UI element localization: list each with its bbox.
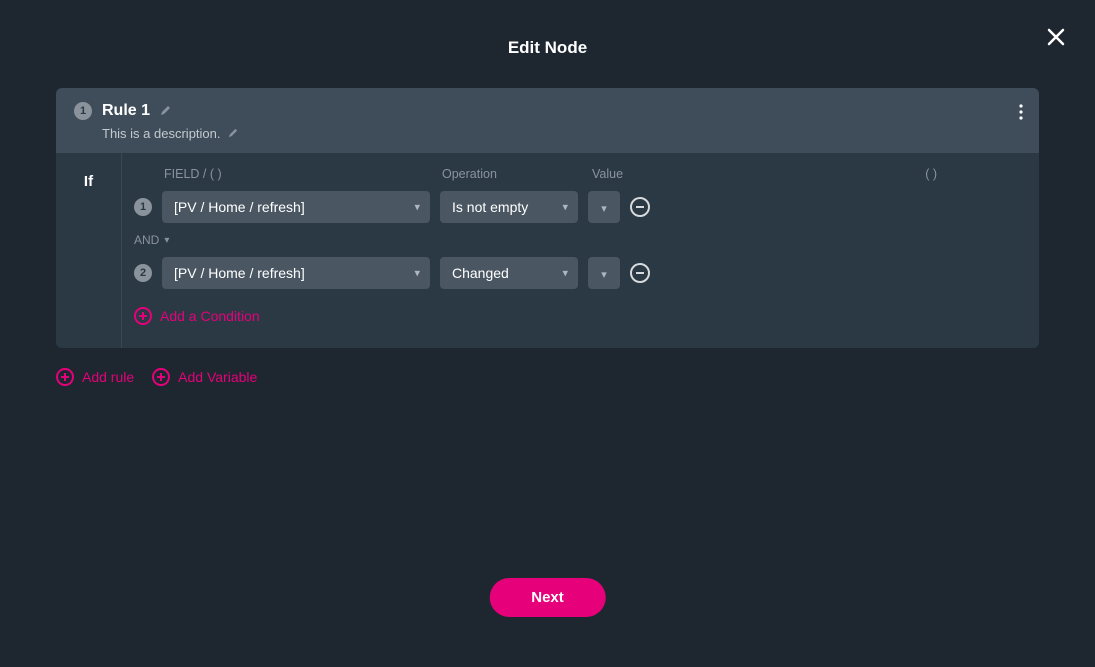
field-select[interactable]: [PV / Home / refresh] ▾ <box>162 191 430 223</box>
chevron-down-icon: ▾ <box>562 201 568 214</box>
close-icon[interactable] <box>1047 28 1065 50</box>
plus-circle-icon <box>134 307 152 325</box>
if-column: If <box>56 153 122 348</box>
rule-description: This is a description. <box>102 126 221 141</box>
field-select[interactable]: [PV / Home / refresh] ▾ <box>162 257 430 289</box>
more-options-icon[interactable] <box>1019 104 1023 125</box>
operation-select-value: Changed <box>452 265 509 281</box>
rule-header: 1 Rule 1 This is a description. <box>56 88 1039 153</box>
rule-card: 1 Rule 1 This is a description. If <box>56 88 1039 348</box>
operation-select[interactable]: Changed ▾ <box>440 257 578 289</box>
plus-circle-icon <box>56 368 74 386</box>
modal-title: Edit Node <box>10 10 1085 88</box>
value-select[interactable]: ▾ <box>588 191 620 223</box>
value-select[interactable]: ▾ <box>588 257 620 289</box>
condition-number-badge: 1 <box>134 198 152 216</box>
joiner-label: AND <box>134 233 159 247</box>
next-button[interactable]: Next <box>489 578 606 617</box>
header-paren: ( ) <box>925 167 1027 181</box>
chevron-down-icon: ▾ <box>164 235 169 246</box>
chevron-down-icon: ▾ <box>414 267 420 280</box>
bottom-actions: Add rule Add Variable <box>56 368 1039 386</box>
remove-condition-icon[interactable] <box>630 197 650 217</box>
remove-condition-icon[interactable] <box>630 263 650 283</box>
add-condition-label: Add a Condition <box>160 308 260 324</box>
add-variable-button[interactable]: Add Variable <box>152 368 257 386</box>
chevron-down-icon: ▾ <box>601 269 607 281</box>
rule-number-badge: 1 <box>74 102 92 120</box>
rule-description-row: This is a description. <box>102 126 1021 141</box>
add-variable-label: Add Variable <box>178 369 257 385</box>
field-select-value: [PV / Home / refresh] <box>174 265 305 281</box>
edit-title-icon[interactable] <box>160 104 172 119</box>
operation-select-value: Is not empty <box>452 199 528 215</box>
chevron-down-icon: ▾ <box>414 201 420 214</box>
condition-row: 2 [PV / Home / refresh] ▾ Changed ▾ ▾ <box>134 257 1027 289</box>
condition-headers: FIELD / ( ) Operation Value ( ) <box>134 167 1027 181</box>
logic-joiner[interactable]: AND ▾ <box>134 233 1027 247</box>
operation-select[interactable]: Is not empty ▾ <box>440 191 578 223</box>
chevron-down-icon: ▾ <box>562 267 568 280</box>
header-field: FIELD / ( ) <box>164 167 442 181</box>
edit-description-icon[interactable] <box>228 126 239 141</box>
header-operation: Operation <box>442 167 592 181</box>
condition-row: 1 [PV / Home / refresh] ▾ Is not empty ▾… <box>134 191 1027 223</box>
condition-number-badge: 2 <box>134 264 152 282</box>
field-select-value: [PV / Home / refresh] <box>174 199 305 215</box>
header-value: Value <box>592 167 792 181</box>
chevron-down-icon: ▾ <box>601 203 607 215</box>
edit-node-modal: Edit Node 1 Rule 1 This is a description… <box>10 10 1085 657</box>
rule-title: Rule 1 <box>102 102 150 120</box>
add-rule-button[interactable]: Add rule <box>56 368 134 386</box>
conditions-column: FIELD / ( ) Operation Value ( ) 1 [PV / … <box>122 153 1039 348</box>
add-rule-label: Add rule <box>82 369 134 385</box>
plus-circle-icon <box>152 368 170 386</box>
if-label: If <box>56 173 121 190</box>
add-condition-button[interactable]: Add a Condition <box>134 307 260 325</box>
